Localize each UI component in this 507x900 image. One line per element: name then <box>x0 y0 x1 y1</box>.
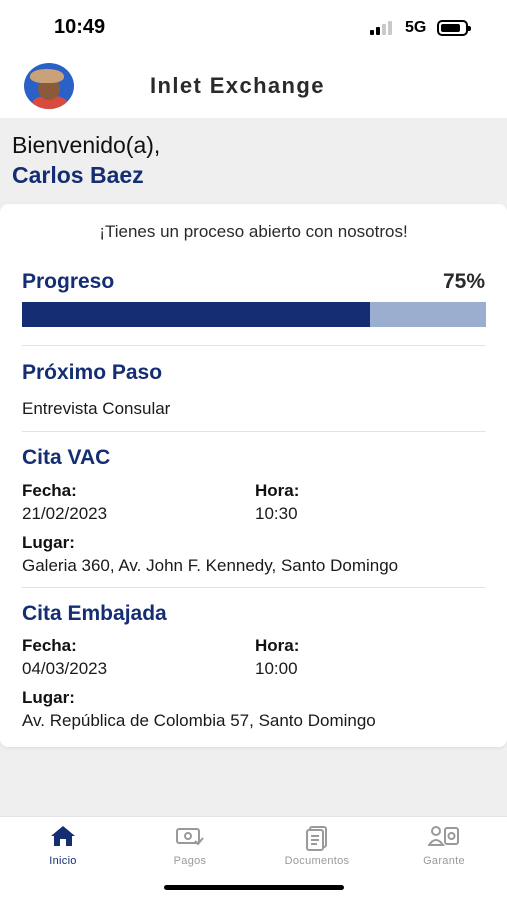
documents-icon <box>304 825 330 856</box>
app-header: Inlet Exchange <box>0 56 507 118</box>
network-label: 5G <box>405 19 427 36</box>
divider <box>22 587 486 588</box>
app-title: Inlet Exchange <box>150 73 325 98</box>
tab-inicio[interactable]: Inicio <box>0 817 126 877</box>
status-time: 10:49 <box>54 16 106 38</box>
tab-garante[interactable]: Garante <box>381 817 507 877</box>
vac-time-label: Hora: <box>255 481 300 500</box>
avatar[interactable] <box>24 63 74 109</box>
vac-time: 10:30 <box>255 504 298 523</box>
embassy-date-label: Fecha: <box>22 636 77 655</box>
embassy-title: Cita Embajada <box>22 602 167 625</box>
embassy-place: Av. República de Colombia 57, Santo Domi… <box>22 711 376 730</box>
greeting: Bienvenido(a), <box>12 132 161 158</box>
welcome-section: Bienvenido(a), Carlos Baez <box>12 132 160 189</box>
tab-documentos[interactable]: Documentos <box>254 817 380 877</box>
process-card: ¡Tienes un proceso abierto con nosotros!… <box>0 204 507 747</box>
divider <box>22 431 486 432</box>
next-step-text: Entrevista Consular <box>22 399 171 418</box>
guarantor-icon <box>427 825 460 852</box>
tab-label: Inicio <box>49 855 77 867</box>
home-indicator <box>164 885 344 890</box>
vac-title: Cita VAC <box>22 446 111 469</box>
process-intro: ¡Tienes un proceso abierto con nosotros! <box>99 222 408 241</box>
tab-label: Garante <box>423 855 465 867</box>
user-name: Carlos Baez <box>12 162 144 188</box>
tab-pagos[interactable]: Pagos <box>127 817 253 877</box>
progress-bar-fill <box>22 302 370 327</box>
progress-value: 75% <box>442 270 485 293</box>
vac-date: 21/02/2023 <box>22 504 108 523</box>
battery-icon <box>437 20 471 36</box>
signal-icon <box>370 21 396 35</box>
divider <box>22 345 486 346</box>
vac-place: Galeria 360, Av. John F. Kennedy, Santo … <box>22 556 399 575</box>
embassy-time: 10:00 <box>255 659 298 678</box>
progress-title: Progreso <box>22 270 115 293</box>
progress-bar <box>22 302 486 327</box>
tab-label: Pagos <box>173 855 207 867</box>
vac-date-label: Fecha: <box>22 481 77 500</box>
embassy-place-label: Lugar: <box>22 688 75 707</box>
next-step-title: Próximo Paso <box>22 361 163 384</box>
embassy-date: 04/03/2023 <box>22 659 108 678</box>
tab-label: Documentos <box>284 855 350 867</box>
payment-icon <box>175 825 205 852</box>
status-bar: 10:49 5G <box>0 0 507 56</box>
home-icon <box>50 825 76 852</box>
vac-place-label: Lugar: <box>22 533 75 552</box>
embassy-time-label: Hora: <box>255 636 300 655</box>
